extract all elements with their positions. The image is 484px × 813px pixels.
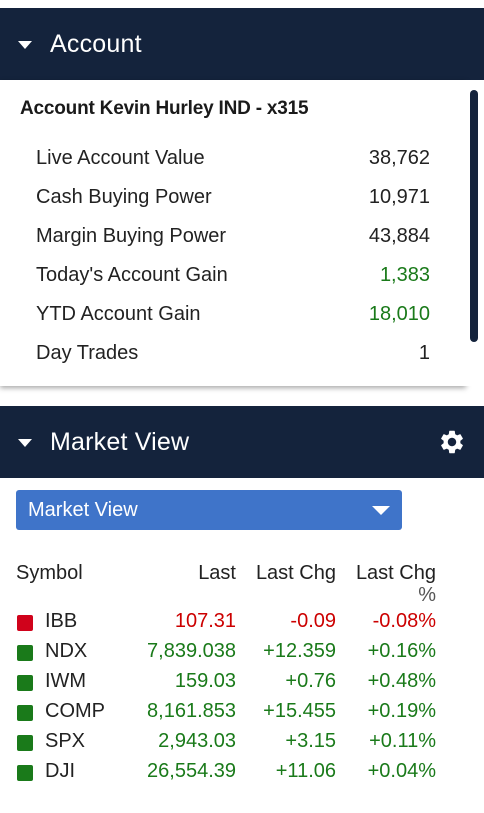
row-symbol: NDX	[45, 640, 88, 662]
collapse-caret-icon[interactable]	[18, 439, 32, 447]
row-change: +0.76	[285, 670, 336, 692]
account-scrollbar-thumb[interactable]	[470, 90, 478, 342]
table-row[interactable]: SPX 2,943.03 +3.15 +0.11%	[0, 730, 484, 760]
row-change-pct: +0.19%	[367, 700, 436, 722]
row-symbol: DJI	[45, 760, 75, 782]
account-row-label: Day Trades	[36, 342, 139, 364]
account-row-cash-buying-power: Cash Buying Power 10,971	[36, 186, 430, 214]
table-row[interactable]: NDX 7,839.038 +12.359 +0.16%	[0, 640, 484, 670]
row-last: 2,943.03	[158, 730, 236, 752]
row-change-pct: -0.08%	[372, 610, 436, 632]
table-row[interactable]: COMP 8,161.853 +15.455 +0.19%	[0, 700, 484, 730]
chevron-down-icon	[372, 506, 390, 515]
table-row[interactable]: IBB 107.31 -0.09 -0.08%	[0, 610, 484, 640]
row-last: 8,161.853	[147, 700, 236, 722]
account-panel-title: Account	[50, 29, 142, 58]
row-symbol: IBB	[45, 610, 78, 632]
column-header-text: Last Chg	[355, 562, 436, 584]
row-last: 159.03	[174, 670, 236, 692]
row-last: 26,554.39	[147, 760, 236, 782]
account-row-label: Cash Buying Power	[36, 186, 212, 208]
table-row[interactable]: IWM 159.03 +0.76 +0.48%	[0, 670, 484, 700]
row-change: -0.09	[290, 610, 336, 632]
account-row-margin-buying-power: Margin Buying Power 43,884	[36, 225, 430, 253]
row-symbol: COMP	[45, 700, 105, 722]
row-change: +15.455	[263, 700, 336, 722]
row-change-pct: +0.04%	[367, 760, 436, 782]
column-header-symbol: Symbol	[16, 562, 83, 584]
row-symbol: SPX	[45, 730, 86, 752]
account-row-label: Margin Buying Power	[36, 225, 227, 247]
column-header-last: Last	[198, 562, 236, 584]
row-last: 107.31	[174, 610, 236, 632]
status-square-icon	[17, 765, 33, 781]
row-change-pct: +0.48%	[367, 670, 436, 692]
collapse-caret-icon[interactable]	[18, 41, 32, 49]
account-row-live-value: Live Account Value 38,762	[36, 147, 430, 175]
column-header-last-chg: Last Chg	[255, 562, 336, 584]
account-row-ytd-gain: YTD Account Gain 18,010	[36, 303, 430, 331]
row-last: 7,839.038	[147, 640, 236, 662]
account-panel-header[interactable]: Account	[0, 8, 484, 80]
row-change-pct: +0.16%	[367, 640, 436, 662]
row-change: +3.15	[285, 730, 336, 752]
account-row-day-trades: Day Trades 1	[36, 342, 430, 370]
account-row-label: Today's Account Gain	[36, 264, 228, 286]
account-row-value: 38,762	[368, 147, 430, 169]
row-symbol: IWM	[45, 670, 87, 692]
account-row-value: 43,884	[368, 225, 430, 247]
account-row-value: 1	[418, 342, 430, 364]
status-square-icon	[17, 675, 33, 691]
account-row-label: Live Account Value	[36, 147, 205, 169]
account-row-value: 10,971	[368, 186, 430, 208]
market-panel-header[interactable]: Market View	[0, 406, 484, 478]
status-square-icon	[17, 645, 33, 661]
gear-icon[interactable]	[438, 428, 466, 456]
status-square-icon	[17, 615, 33, 631]
market-view-dropdown[interactable]: Market View	[16, 490, 402, 530]
dropdown-selected-value: Market View	[28, 498, 138, 521]
row-change-pct: +0.11%	[369, 730, 436, 752]
column-header-last-chg-pct: Last Chg %	[356, 562, 436, 606]
column-header-text: %	[418, 584, 436, 606]
account-row-todays-gain: Today's Account Gain 1,383	[36, 264, 430, 292]
account-name: Account Kevin Hurley IND - x315	[20, 98, 309, 119]
status-square-icon	[17, 705, 33, 721]
status-square-icon	[17, 735, 33, 751]
row-change: +12.359	[263, 640, 336, 662]
account-row-value: 18,010	[368, 303, 430, 325]
account-row-label: YTD Account Gain	[36, 303, 201, 325]
account-row-value: 1,383	[379, 264, 430, 286]
table-row[interactable]: DJI 26,554.39 +11.06 +0.04%	[0, 760, 484, 790]
row-change: +11.06	[275, 760, 336, 782]
market-panel-title: Market View	[50, 427, 190, 456]
